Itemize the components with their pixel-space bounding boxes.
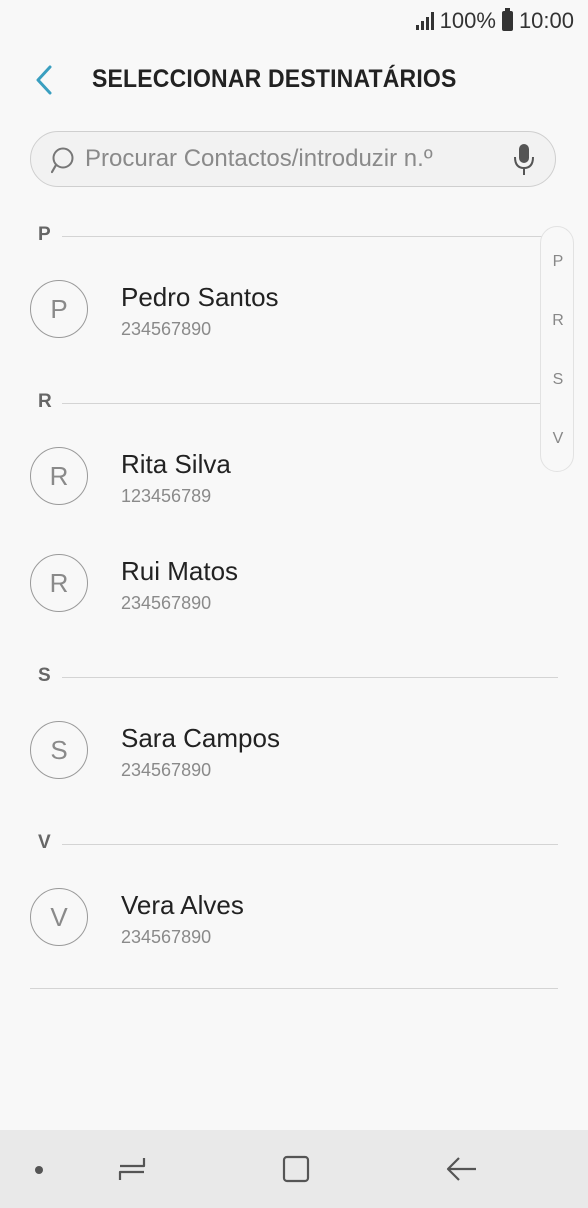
- section-divider: [62, 677, 558, 678]
- section-divider: [62, 236, 558, 237]
- recents-icon[interactable]: [116, 1154, 148, 1184]
- back-button[interactable]: [30, 62, 62, 98]
- index-letter-p[interactable]: P: [541, 253, 575, 271]
- contact-number: 234567890: [121, 760, 212, 780]
- battery-icon: [501, 8, 513, 31]
- avatar: V: [30, 888, 88, 946]
- alphabet-index-bar[interactable]: P R S V: [540, 226, 574, 472]
- section-divider: [62, 403, 558, 404]
- contact-item[interactable]: R Rui Matos 234567890: [0, 554, 540, 654]
- dot-icon: [35, 1166, 43, 1174]
- back-icon[interactable]: [445, 1154, 479, 1184]
- section-letter: P: [38, 224, 51, 245]
- index-letter-r[interactable]: R: [541, 312, 575, 330]
- back-arrow-icon: [36, 65, 52, 95]
- avatar: S: [30, 721, 88, 779]
- contact-item[interactable]: R Rita Silva 123456789: [0, 447, 540, 547]
- status-bar: 100% 10:00: [0, 0, 588, 44]
- app-header: SELECCIONAR DESTINATÁRIOS: [0, 52, 588, 108]
- section-header-s: S: [38, 665, 558, 689]
- search-input[interactable]: [85, 140, 485, 178]
- contact-name: Sara Campos: [121, 723, 280, 753]
- section-header-p: P: [38, 224, 558, 248]
- contact-name: Pedro Santos: [121, 282, 279, 312]
- section-header-v: V: [38, 832, 558, 856]
- clock: 10:00: [518, 8, 574, 33]
- status-indicators: 100% 10:00: [415, 8, 574, 34]
- section-divider: [62, 844, 558, 845]
- section-letter: S: [38, 665, 51, 686]
- search-icon: [51, 147, 74, 174]
- index-letter-s[interactable]: S: [541, 371, 575, 389]
- avatar: R: [30, 447, 88, 505]
- avatar: R: [30, 554, 88, 612]
- page-title: SELECCIONAR DESTINATÁRIOS: [92, 65, 457, 93]
- index-letter-v[interactable]: V: [541, 430, 575, 448]
- contact-name: Vera Alves: [121, 890, 244, 920]
- search-bar: [30, 131, 556, 187]
- contact-number: 234567890: [121, 593, 212, 613]
- navigation-bar: [0, 1130, 588, 1208]
- contact-item[interactable]: V Vera Alves 234567890: [0, 888, 540, 988]
- battery-percent: 100%: [439, 8, 496, 33]
- section-letter: V: [38, 832, 51, 853]
- section-letter: R: [38, 391, 52, 412]
- contact-item[interactable]: P Pedro Santos 234567890: [0, 280, 540, 380]
- list-end-divider: [30, 988, 558, 989]
- contact-name: Rita Silva: [121, 449, 231, 479]
- avatar: P: [30, 280, 88, 338]
- contact-item[interactable]: S Sara Campos 234567890: [0, 721, 540, 821]
- signal-icon: [415, 12, 434, 30]
- section-header-r: R: [38, 391, 558, 415]
- home-icon[interactable]: [281, 1154, 311, 1184]
- contact-name: Rui Matos: [121, 556, 239, 586]
- contact-number: 234567890: [121, 319, 212, 339]
- contact-number: 123456789: [121, 486, 212, 506]
- mic-icon[interactable]: [511, 142, 537, 178]
- contact-number: 234567890: [121, 927, 212, 947]
